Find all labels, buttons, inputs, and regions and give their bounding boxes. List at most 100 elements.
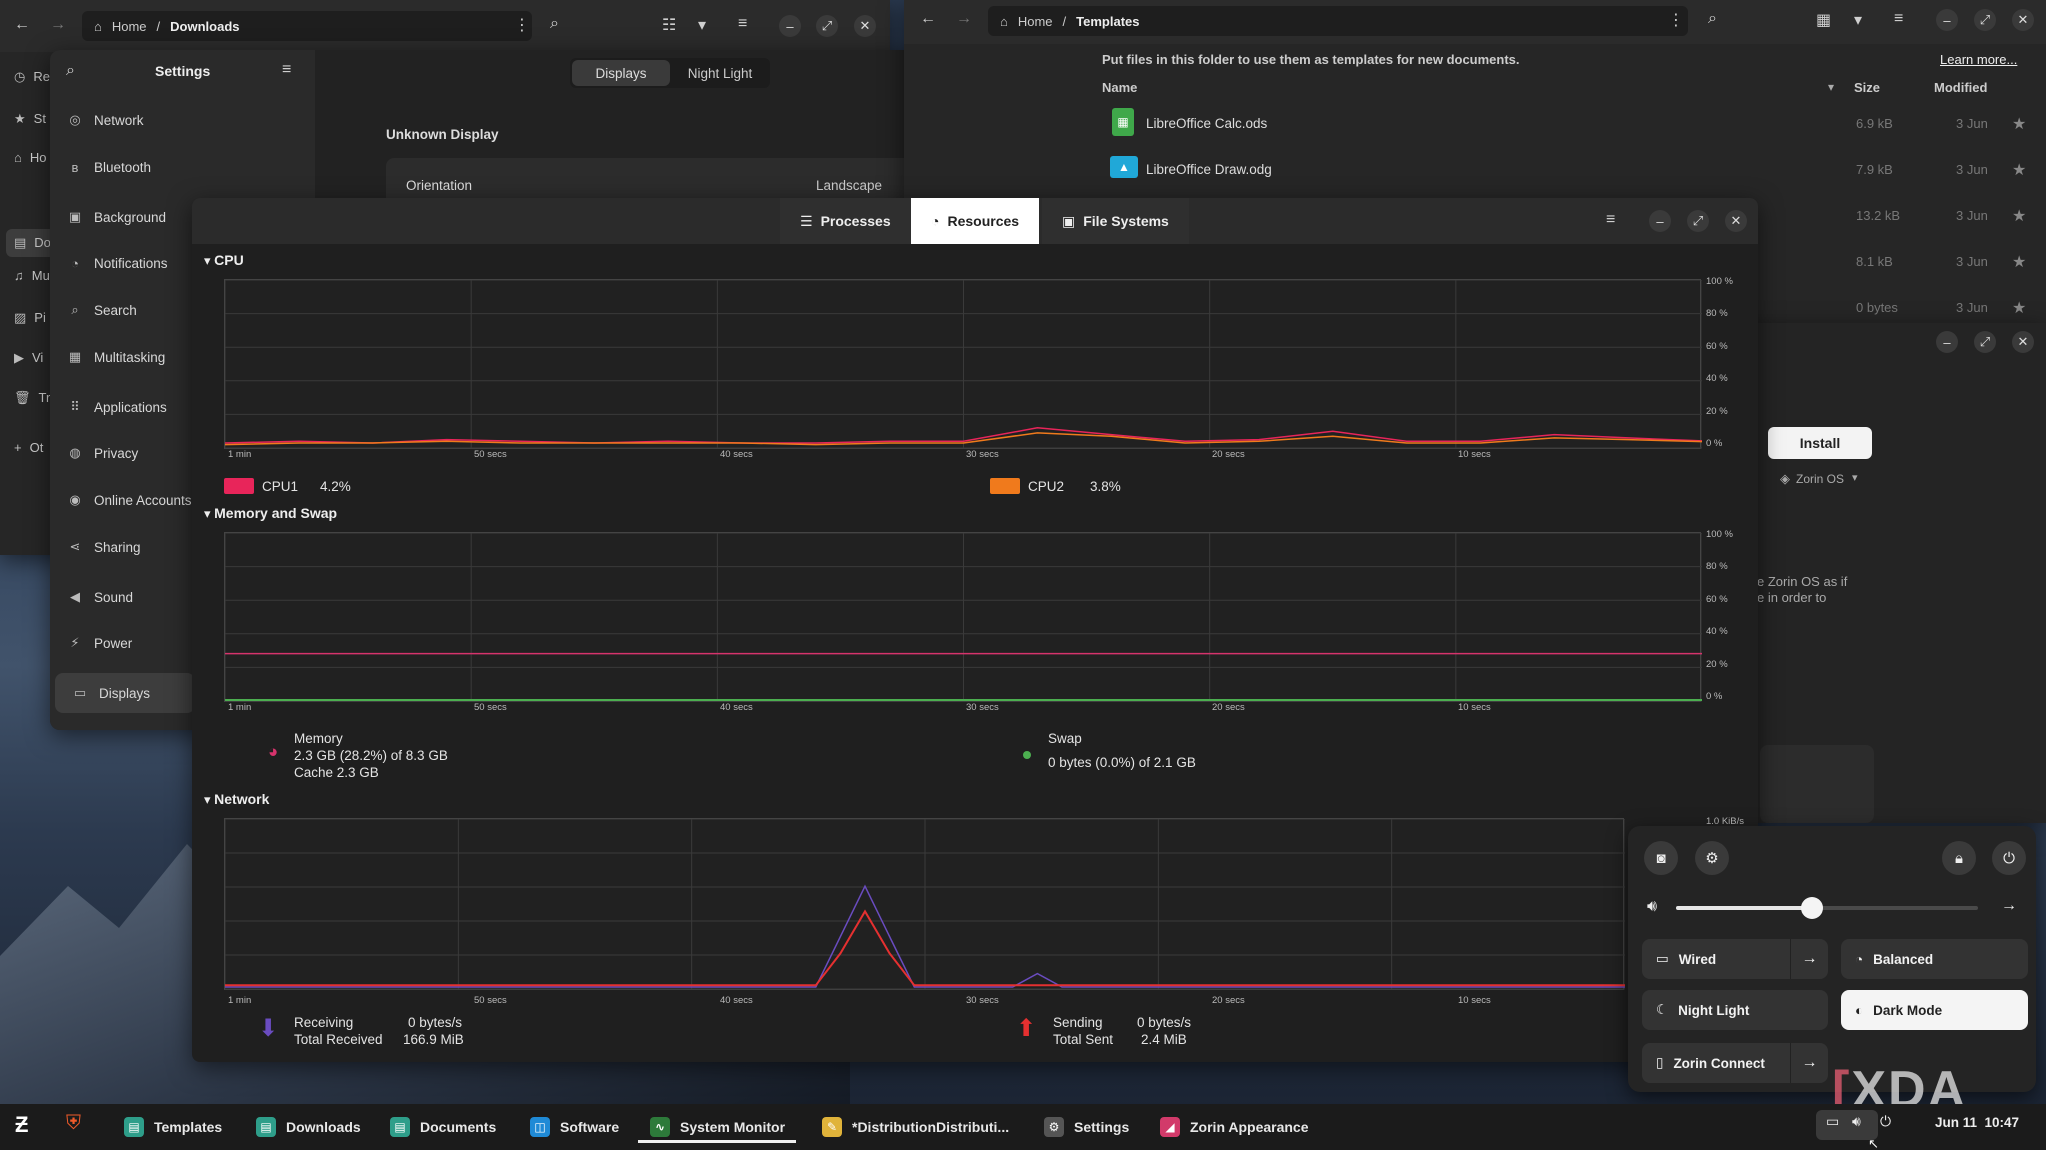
column-size[interactable]: Size: [1854, 80, 1880, 95]
star-icon[interactable]: ★: [2012, 298, 2026, 318]
files-sidebar-item[interactable]: ♫ Mu: [14, 268, 50, 283]
sidebar-item-displays[interactable]: ▭ Displays: [55, 673, 195, 713]
files-sidebar-item[interactable]: ★ St: [14, 111, 46, 127]
taskbar-item-settings[interactable]: ⚙ Settings: [1044, 1104, 1129, 1150]
sidebar-item-privacy[interactable]: ◍ Privacy: [50, 433, 195, 473]
taskbar-item-software[interactable]: ◫ Software: [530, 1104, 619, 1150]
hamburger-menu-icon[interactable]: ≡: [1606, 211, 1615, 229]
sidebar-item-online-accounts[interactable]: ◉ Online Accounts: [50, 480, 195, 520]
table-row[interactable]: ▲ LibreOffice Draw.odg 7.9 kB 3 Jun ★: [1094, 146, 2046, 192]
tab-processes[interactable]: ☰ Processes: [780, 198, 911, 244]
settings-gear-button[interactable]: ⚙: [1695, 841, 1729, 875]
back-arrow-icon[interactable]: ←: [14, 16, 30, 34]
search-icon[interactable]: ⌕: [66, 62, 75, 80]
taskbar-item-templates[interactable]: ▤ Templates: [124, 1104, 222, 1150]
star-icon[interactable]: ★: [2012, 252, 2026, 272]
minimize-button[interactable]: –: [1936, 331, 1958, 353]
source-selector[interactable]: Zorin OS: [1796, 472, 1844, 486]
minimize-button[interactable]: –: [1936, 9, 1958, 31]
close-button[interactable]: ✕: [2012, 9, 2034, 31]
sidebar-item-bluetooth[interactable]: ʙ Bluetooth: [50, 147, 195, 187]
column-modified[interactable]: Modified: [1934, 80, 1987, 95]
cpu-section-title[interactable]: CPU: [204, 252, 244, 269]
sidebar-item-search[interactable]: ⌕ Search: [50, 290, 195, 330]
wired-arrow-icon[interactable]: →: [1790, 939, 1828, 979]
maximize-button[interactable]: ⤢: [1974, 331, 1996, 353]
sidebar-item-multitasking[interactable]: ▦ Multitasking: [50, 337, 195, 377]
install-button[interactable]: Install: [1768, 427, 1872, 459]
files-sidebar-item[interactable]: ▨ Pi: [14, 310, 46, 326]
volume-slider-track[interactable]: [1676, 897, 1978, 919]
cpu2-swatch[interactable]: [990, 478, 1020, 494]
maximize-button[interactable]: ⤢: [1687, 210, 1709, 232]
hamburger-menu-icon[interactable]: ≡: [738, 15, 747, 33]
kebab-menu-icon[interactable]: ⋮: [1668, 10, 1684, 30]
star-icon[interactable]: ★: [2012, 114, 2026, 134]
files-sidebar-item[interactable]: ⌂ Ho: [14, 150, 46, 165]
taskbar-item-zorin-appearance[interactable]: ◢ Zorin Appearance: [1160, 1104, 1309, 1150]
search-icon[interactable]: ⌕: [1708, 10, 1717, 28]
volume-slider-handle[interactable]: [1800, 897, 1823, 919]
sidebar-item-power[interactable]: ⚡ Power: [50, 623, 195, 663]
network-section-title[interactable]: Network: [204, 791, 269, 808]
tab-resources[interactable]: ◔ Resources: [911, 198, 1040, 244]
zorin-menu-icon[interactable]: Ƶ: [15, 1112, 28, 1138]
zorin-connect-arrow-icon[interactable]: →: [1790, 1043, 1828, 1083]
dark-mode-toggle[interactable]: ◐ Dark Mode: [1841, 990, 2028, 1030]
breadcrumb[interactable]: ⌂ Home / Downloads: [82, 11, 532, 41]
swap-indicator-icon[interactable]: [1023, 751, 1031, 759]
sidebar-item-applications[interactable]: ⠿ Applications: [50, 387, 195, 427]
minimize-button[interactable]: –: [779, 15, 801, 37]
memory-section-title[interactable]: Memory and Swap: [204, 505, 337, 522]
forward-arrow-icon[interactable]: →: [956, 10, 972, 28]
taskbar-item-documents[interactable]: ▤ Documents: [390, 1104, 496, 1150]
minimize-button[interactable]: –: [1649, 210, 1671, 232]
receiving-arrow-icon[interactable]: ⬇: [258, 1014, 278, 1043]
star-icon[interactable]: ★: [2012, 206, 2026, 226]
orientation-value[interactable]: Landscape: [816, 178, 882, 193]
maximize-button[interactable]: ⤢: [816, 15, 838, 37]
files-sidebar-item[interactable]: 🗑︎ Tr: [14, 390, 50, 406]
tab-displays[interactable]: Displays: [572, 60, 670, 86]
sidebar-item-background[interactable]: ▣ Background: [50, 197, 195, 237]
forward-arrow-icon[interactable]: →: [50, 16, 66, 34]
audio-output-arrow-icon[interactable]: →: [2001, 897, 2017, 915]
chevron-down-icon[interactable]: ▾: [1854, 10, 1862, 30]
view-grid-icon[interactable]: ▦: [1816, 10, 1831, 30]
view-list-icon[interactable]: ☷: [662, 15, 676, 35]
learn-more-link[interactable]: Learn more...: [1940, 52, 2017, 67]
tab-night-light[interactable]: Night Light: [672, 60, 768, 86]
lock-button[interactable]: 🔒︎: [1942, 841, 1976, 875]
wired-toggle[interactable]: ▭ Wired →: [1642, 939, 1828, 979]
sidebar-item-notifications[interactable]: ◔ Notifications: [50, 243, 195, 283]
breadcrumb-home[interactable]: Home: [112, 19, 147, 34]
files-sidebar-item[interactable]: ▶ Vi: [14, 350, 43, 366]
taskbar-item-system-monitor[interactable]: ∿ System Monitor: [650, 1104, 785, 1150]
breadcrumb[interactable]: ⌂ Home / Templates: [988, 6, 1688, 36]
close-button[interactable]: ✕: [2012, 331, 2034, 353]
sort-chevron-icon[interactable]: ▾: [1828, 80, 1834, 94]
files-sidebar-item[interactable]: ◷ Re: [14, 69, 50, 85]
hamburger-menu-icon[interactable]: ≡: [1894, 10, 1903, 28]
brave-browser-icon[interactable]: ⛨: [66, 1112, 81, 1135]
back-arrow-icon[interactable]: ←: [920, 10, 936, 28]
cpu1-swatch[interactable]: [224, 478, 254, 494]
sidebar-item-network[interactable]: ◎ Network: [50, 100, 195, 140]
breadcrumb-home[interactable]: Home: [1018, 14, 1053, 29]
sidebar-item-sound[interactable]: ◀ Sound: [50, 577, 195, 617]
taskbar-item--distributiondistributi-[interactable]: ✎ *DistributionDistributi...: [822, 1104, 1009, 1150]
chevron-down-icon[interactable]: ▾: [698, 15, 706, 35]
tab-file-systems[interactable]: ▣ File Systems: [1042, 198, 1189, 244]
power-profile-toggle[interactable]: ◔ Balanced: [1841, 939, 2028, 979]
screenshot-button[interactable]: ◙: [1644, 841, 1678, 875]
sidebar-item-sharing[interactable]: ⋖ Sharing: [50, 527, 195, 567]
zorin-connect-toggle[interactable]: ▯ Zorin Connect →: [1642, 1043, 1828, 1083]
close-button[interactable]: ✕: [854, 15, 876, 37]
breadcrumb-current[interactable]: Templates: [1076, 14, 1139, 29]
chevron-down-icon[interactable]: ▾: [1852, 471, 1858, 484]
kebab-menu-icon[interactable]: ⋮: [514, 15, 530, 35]
column-name[interactable]: Name: [1102, 80, 1137, 95]
night-light-toggle[interactable]: ☾ Night Light: [1642, 990, 1828, 1030]
taskbar-item-downloads[interactable]: ▤ Downloads: [256, 1104, 361, 1150]
sending-arrow-icon[interactable]: ⬆: [1016, 1014, 1036, 1043]
